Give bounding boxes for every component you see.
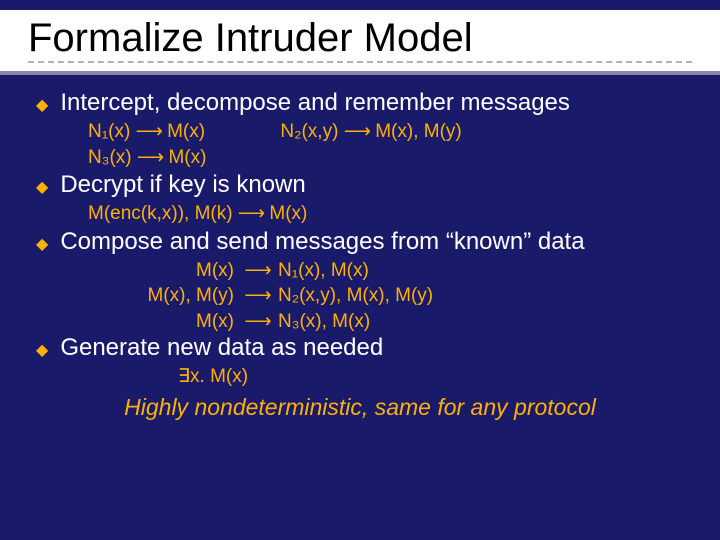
rule-col2: N₂(x,y) ⟶ M(x), M(y) [280,120,461,144]
rule-lhs: M(enc(k,x)), M(k) [88,203,233,224]
arrow-icon: ⟶ [238,310,278,334]
rule-line: N₁(x) ⟶ M(x) N₂(x,y) ⟶ M(x), M(y) [88,120,692,144]
bullet-text: Intercept, decompose and remember messag… [60,89,570,118]
diamond-bullet-icon: ◆ [36,340,48,360]
rule-line: ∃x. M(x) [88,365,692,389]
rule-rhs: M(x), M(y) [375,121,462,142]
rule-plain: ∃x. M(x) [178,366,248,387]
rule-rhs: M(x) [167,121,205,142]
rule-lhs: M(x) [88,259,238,283]
title-underline [28,61,692,63]
rule-rhs: N₃(x), M(x) [278,310,692,334]
diamond-bullet-icon: ◆ [36,95,48,115]
diamond-bullet-icon: ◆ [36,234,48,254]
bullet-list: ◆ Intercept, decompose and remember mess… [28,89,692,388]
rule-rhs: N₂(x,y), M(x), M(y) [278,284,692,308]
arrow-icon: ⟶ [238,203,264,224]
arrow-icon: ⟶ [238,284,278,308]
rule-rhs: M(x) [168,147,206,168]
arrow-icon: ⟶ [137,147,163,168]
rule-lhs: M(x) [88,310,238,334]
rule-line: N₃(x) ⟶ M(x) [88,146,692,170]
rule-rhs: M(x) [269,203,307,224]
bullet-text: Generate new data as needed [60,334,383,363]
bullet-item: ◆ Intercept, decompose and remember mess… [28,89,692,118]
slide-title: Formalize Intruder Model [28,16,710,61]
bullet-item: ◆ Decrypt if key is known [28,171,692,200]
diamond-bullet-icon: ◆ [36,177,48,197]
rule-lhs: N₂(x,y) [280,121,338,142]
arrow-icon: ⟶ [344,121,370,142]
rule-grid: M(x) ⟶ N₁(x), M(x) M(x), M(y) ⟶ N₂(x,y),… [88,259,692,334]
rule-lhs: N₁(x) [88,121,130,142]
slide: Formalize Intruder Model ◆ Intercept, de… [0,0,720,540]
rule-lhs: M(x), M(y) [88,284,238,308]
title-area: Formalize Intruder Model [0,10,720,75]
bullet-item: ◆ Compose and send messages from “known”… [28,228,692,257]
arrow-icon: ⟶ [238,259,278,283]
rule-line: M(enc(k,x)), M(k) ⟶ M(x) [88,202,692,226]
bullet-item: ◆ Generate new data as needed [28,334,692,363]
footer-note: Highly nondeterministic, same for any pr… [28,394,692,421]
rule-lhs: N₃(x) [88,147,132,168]
bullet-text: Compose and send messages from “known” d… [60,228,584,257]
rule-rhs: N₁(x), M(x) [278,259,692,283]
bullet-text: Decrypt if key is known [60,171,305,200]
arrow-icon: ⟶ [136,121,162,142]
